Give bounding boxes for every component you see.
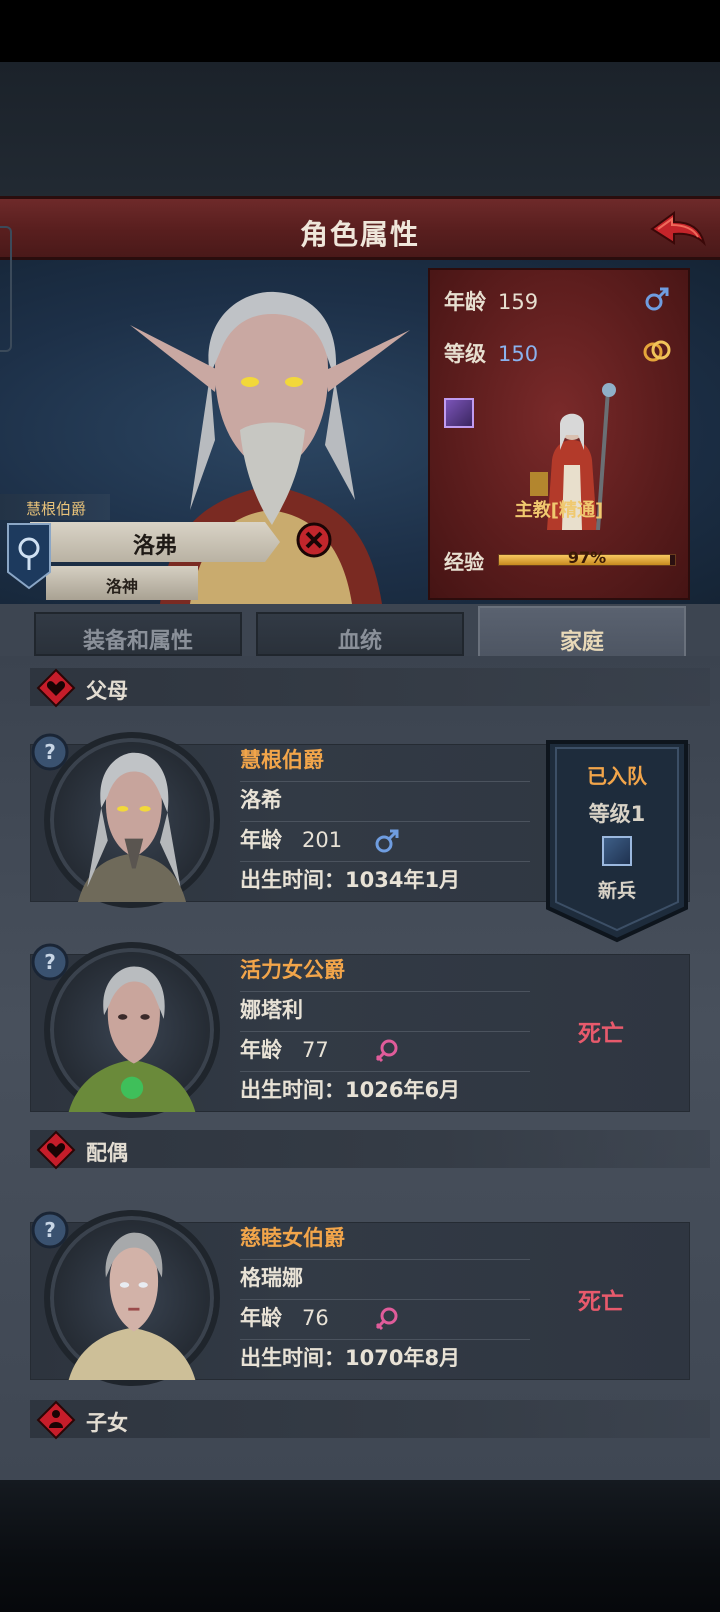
section-parents: 父母 (30, 668, 710, 708)
age-line: 年龄 77 (240, 1034, 530, 1072)
member-birth: 出生时间：1026年6月 (240, 1078, 461, 1102)
male-icon (645, 287, 669, 311)
member-name: 娜塔利 (240, 998, 303, 1022)
member-age: 201 (302, 828, 343, 852)
member-info: 活力女公爵 娜塔利 年龄 77 出生时间：1026年6月 (240, 954, 540, 1110)
male-icon (375, 829, 399, 853)
stat-panel: 年龄 159 等级 150 主教[精通] 经验 97% (428, 268, 690, 600)
title-line: 慧根伯爵 (240, 744, 530, 782)
side-handle[interactable] (0, 226, 12, 352)
birth-line: 出生时间：1026年6月 (240, 1074, 530, 1112)
member-title: 慈睦女伯爵 (240, 1226, 345, 1250)
birth-line: 出生时间：1070年8月 (240, 1342, 530, 1380)
member-birth: 出生时间：1034年1月 (240, 868, 461, 892)
section-spouse: 配偶 (30, 1130, 710, 1170)
member-name: 格瑞娜 (240, 1266, 303, 1290)
back-arrow-icon[interactable] (648, 207, 706, 253)
level-value: 150 (498, 342, 539, 366)
member-portrait[interactable] (44, 1210, 220, 1386)
recruit-banner[interactable]: 已入队 等级1 新兵 (542, 738, 692, 944)
recruit-rank: 新兵 (597, 880, 636, 902)
member-portrait-image (68, 1232, 196, 1380)
house-name: 洛神 (46, 566, 198, 600)
help-icon[interactable]: ? (30, 1210, 70, 1250)
exp-label: 经验 (444, 550, 484, 574)
svg-text:?: ? (44, 740, 56, 764)
bottom-area (0, 1480, 720, 1612)
recruit-status: 已入队 (587, 764, 647, 788)
deceased-status: 死亡 (578, 1021, 624, 1047)
tab-bar: 装备和属性 血统 家庭 (0, 604, 720, 662)
heart-icon (36, 668, 76, 708)
family-member-card[interactable]: ? 慈睦女伯爵 格瑞娜 年龄 76 出生时间：1070年8月 死亡 (30, 1210, 690, 1386)
exp-percent: 97% (567, 548, 607, 567)
age-row: 年龄 159 (444, 286, 538, 316)
status-bar (0, 0, 720, 62)
title-line: 慈睦女伯爵 (240, 1222, 530, 1260)
name-line: 洛希 (240, 784, 530, 822)
member-age: 77 (302, 1038, 329, 1062)
recruit-level: 等级1 (588, 802, 646, 826)
birth-line: 出生时间：1034年1月 (240, 864, 530, 902)
member-info: 慧根伯爵 洛希 年龄 201 出生时间：1034年1月 (240, 744, 540, 900)
help-icon[interactable]: ? (30, 732, 70, 772)
house-crest-icon[interactable] (6, 522, 52, 590)
tab-bloodline[interactable]: 血统 (256, 612, 464, 656)
name-line: 格瑞娜 (240, 1262, 530, 1300)
soldier-icon (602, 836, 632, 866)
page-title: 角色属性 (299, 218, 420, 251)
age-label: 年龄 (444, 290, 486, 314)
title-banner: 角色属性 (0, 196, 720, 260)
member-portrait-image (77, 752, 187, 902)
deceased-status: 死亡 (578, 1289, 624, 1315)
svg-text:?: ? (44, 1218, 56, 1242)
age-line: 年龄 201 (240, 824, 530, 862)
class-name: 主教[精通] (514, 500, 604, 521)
tab-family[interactable]: 家庭 (478, 606, 686, 662)
member-portrait-image (68, 966, 196, 1112)
family-member-card[interactable]: ? 活力女公爵 娜塔利 年龄 77 出生时间：1026年6月 死亡 (30, 942, 690, 1118)
name-line: 娜塔利 (240, 994, 530, 1032)
member-age-label: 年龄 (240, 1038, 282, 1062)
member-age-label: 年龄 (240, 828, 282, 852)
character-name: 洛弗 (30, 522, 280, 562)
member-name: 洛希 (240, 788, 282, 812)
member-age: 76 (302, 1306, 329, 1330)
level-label: 等级 (444, 342, 486, 366)
member-title: 活力女公爵 (240, 958, 345, 982)
svg-text:?: ? (44, 950, 56, 974)
section-children: 子女 (30, 1400, 710, 1440)
tab-equipment[interactable]: 装备和属性 (34, 612, 242, 656)
member-portrait[interactable] (44, 732, 220, 908)
heart-icon (36, 1130, 76, 1170)
member-portrait[interactable] (44, 942, 220, 1118)
section-children-label: 子女 (86, 1411, 128, 1435)
member-age-label: 年龄 (240, 1306, 282, 1330)
noble-title: 慧根伯爵 (0, 494, 110, 520)
skill-badge-icon[interactable] (444, 398, 474, 428)
age-value: 159 (498, 290, 539, 314)
wedding-rings-icon[interactable] (642, 338, 672, 364)
level-row: 等级 150 (444, 338, 538, 368)
member-title: 慧根伯爵 (240, 748, 324, 772)
help-icon[interactable]: ? (30, 942, 70, 982)
age-line: 年龄 76 (240, 1302, 530, 1340)
member-info: 慈睦女伯爵 格瑞娜 年龄 76 出生时间：1070年8月 (240, 1222, 540, 1378)
section-parents-label: 父母 (86, 679, 128, 703)
female-icon (375, 1039, 398, 1063)
child-icon (36, 1400, 76, 1440)
section-spouse-label: 配偶 (86, 1141, 128, 1165)
close-icon[interactable] (296, 522, 332, 558)
female-icon (375, 1307, 398, 1331)
title-line: 活力女公爵 (240, 954, 530, 992)
member-birth: 出生时间：1070年8月 (240, 1346, 461, 1370)
